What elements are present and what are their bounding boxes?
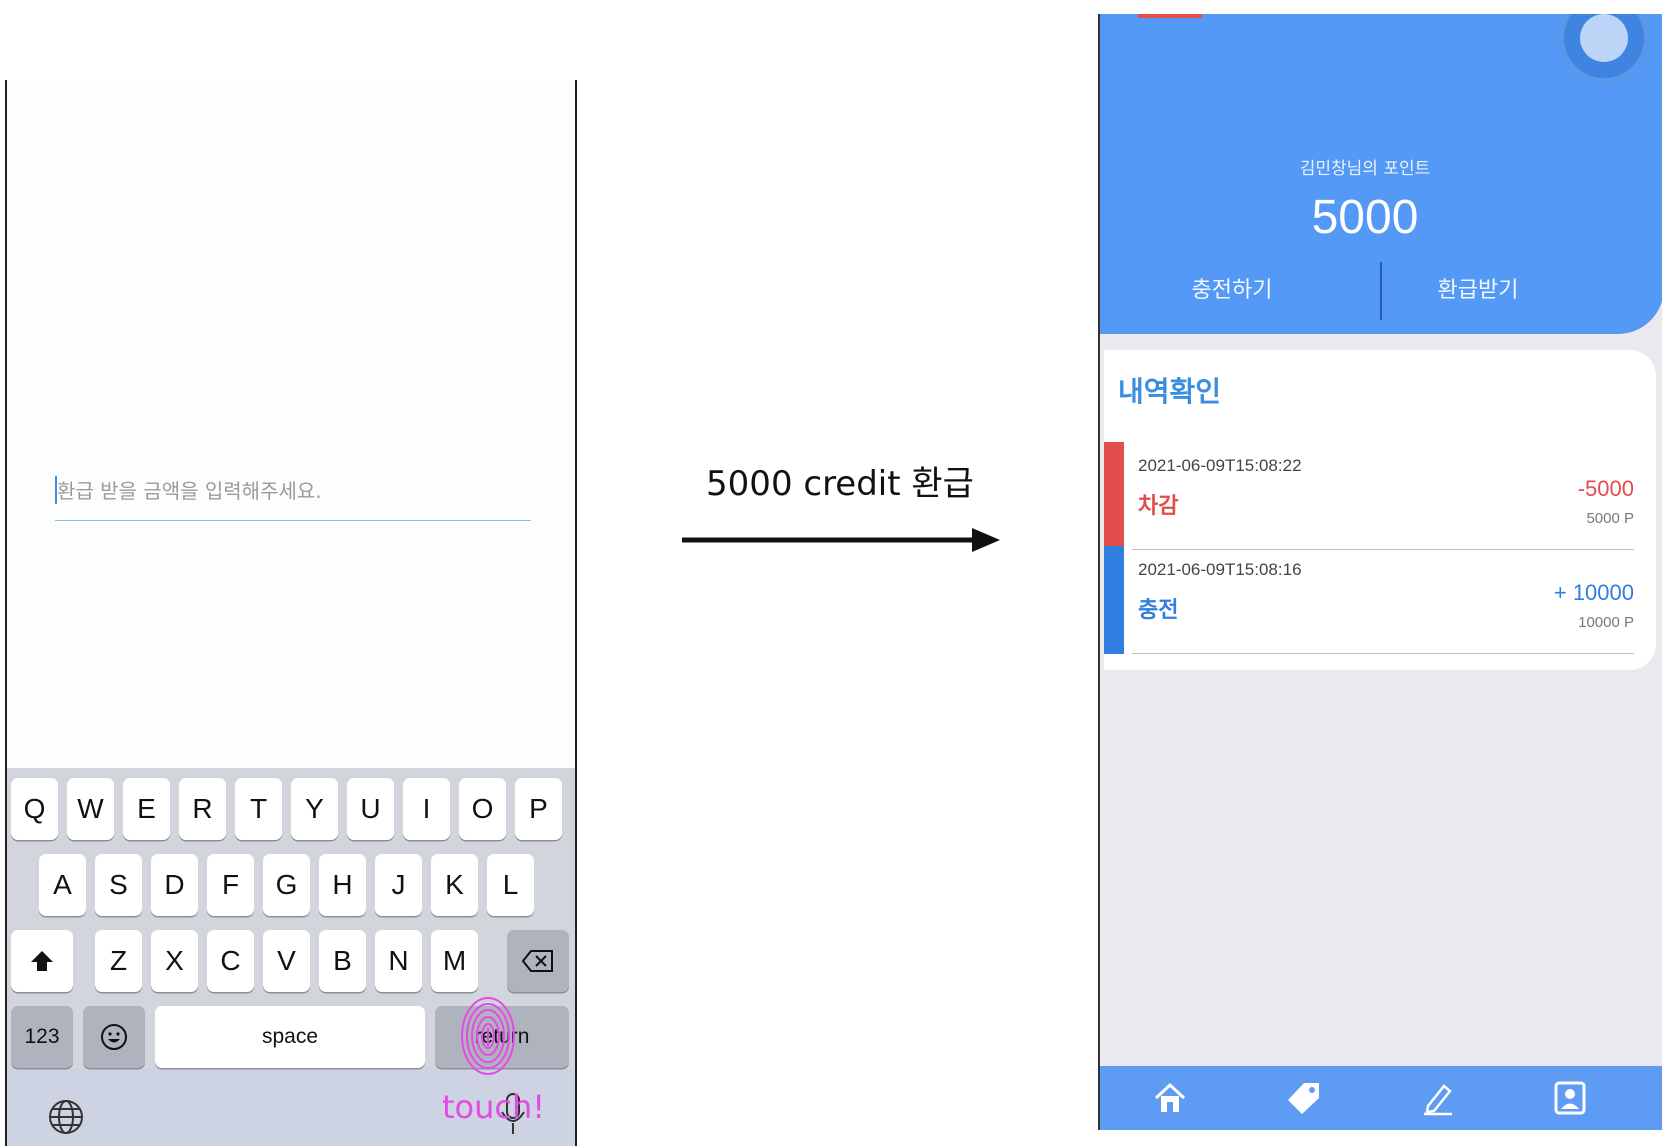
transaction-type: 차감 bbox=[1138, 494, 1179, 519]
key-b[interactable]: B bbox=[319, 930, 366, 992]
transaction-balance: 5000 P bbox=[1586, 510, 1634, 527]
backspace-icon bbox=[521, 950, 553, 972]
key-m[interactable]: M bbox=[431, 930, 478, 992]
key-p[interactable]: P bbox=[515, 778, 562, 840]
transaction-amount: -5000 bbox=[1577, 476, 1634, 501]
credit-indicator bbox=[1104, 546, 1124, 654]
space-key[interactable]: space bbox=[155, 1006, 425, 1068]
emoji-icon bbox=[101, 1024, 127, 1050]
floating-action-button[interactable] bbox=[1564, 14, 1644, 78]
key-a[interactable]: A bbox=[39, 854, 86, 916]
globe-icon[interactable] bbox=[47, 1098, 85, 1136]
charge-button[interactable]: 충전하기 bbox=[1112, 272, 1352, 304]
key-r[interactable]: R bbox=[179, 778, 226, 840]
transaction-amount: + 10000 bbox=[1553, 580, 1634, 605]
history-card: 내역확인 2021-06-09T15:08:22 차감 -5000 5000 P… bbox=[1104, 350, 1656, 670]
transaction-type: 충전 bbox=[1138, 598, 1179, 623]
key-s[interactable]: S bbox=[95, 854, 142, 916]
key-k[interactable]: K bbox=[431, 854, 478, 916]
key-j[interactable]: J bbox=[375, 854, 422, 916]
fingerprint-icon bbox=[461, 997, 515, 1075]
notification-tab bbox=[1138, 14, 1202, 18]
pencil-icon[interactable] bbox=[1420, 1080, 1456, 1116]
key-g[interactable]: G bbox=[263, 854, 310, 916]
key-v[interactable]: V bbox=[263, 930, 310, 992]
key-n[interactable]: N bbox=[375, 930, 422, 992]
transaction-row[interactable]: 2021-06-09T15:08:16 충전 + 10000 10000 P bbox=[1104, 546, 1634, 654]
touch-label: touch! bbox=[442, 1088, 546, 1126]
transaction-timestamp: 2021-06-09T15:08:22 bbox=[1138, 456, 1302, 475]
shift-icon bbox=[31, 951, 53, 971]
transaction-timestamp: 2021-06-09T15:08:16 bbox=[1138, 560, 1302, 579]
points-screen: 김민창님의 포인트 5000 충전하기 환급받기 내역확인 2021-06-09… bbox=[1098, 14, 1662, 1130]
key-l[interactable]: L bbox=[487, 854, 534, 916]
key-i[interactable]: I bbox=[403, 778, 450, 840]
shift-key[interactable] bbox=[11, 930, 73, 992]
transaction-balance: 10000 P bbox=[1578, 614, 1634, 631]
key-f[interactable]: F bbox=[207, 854, 254, 916]
transaction-row[interactable]: 2021-06-09T15:08:22 차감 -5000 5000 P bbox=[1104, 442, 1634, 550]
emoji-key[interactable] bbox=[83, 1006, 145, 1068]
arrow-right-icon bbox=[682, 528, 1000, 552]
text-caret bbox=[55, 476, 57, 504]
key-e[interactable]: E bbox=[123, 778, 170, 840]
refund-input-screen: Q W E R T Y U I O P A S D F G H J K L Z … bbox=[5, 80, 577, 1146]
points-header: 김민창님의 포인트 5000 충전하기 환급받기 bbox=[1100, 14, 1662, 334]
key-x[interactable]: X bbox=[151, 930, 198, 992]
key-u[interactable]: U bbox=[347, 778, 394, 840]
transition-caption: 5000 credit 환급 bbox=[706, 464, 974, 504]
history-title: 내역확인 bbox=[1118, 375, 1222, 408]
points-owner-label: 김민창님의 포인트 bbox=[1299, 159, 1431, 179]
amount-field[interactable] bbox=[55, 470, 533, 521]
row-divider bbox=[1132, 652, 1634, 654]
key-o[interactable]: O bbox=[459, 778, 506, 840]
amount-input[interactable] bbox=[55, 476, 533, 506]
home-icon[interactable] bbox=[1152, 1080, 1188, 1116]
key-q[interactable]: Q bbox=[11, 778, 58, 840]
key-d[interactable]: D bbox=[151, 854, 198, 916]
profile-icon[interactable] bbox=[1552, 1080, 1588, 1116]
tag-icon[interactable] bbox=[1286, 1080, 1322, 1116]
refund-button[interactable]: 환급받기 bbox=[1358, 272, 1598, 304]
backspace-key[interactable] bbox=[507, 930, 569, 992]
debit-indicator bbox=[1104, 442, 1124, 550]
numbers-key[interactable]: 123 bbox=[11, 1006, 73, 1068]
key-c[interactable]: C bbox=[207, 930, 254, 992]
key-z[interactable]: Z bbox=[95, 930, 142, 992]
key-w[interactable]: W bbox=[67, 778, 114, 840]
bottom-nav bbox=[1100, 1066, 1662, 1130]
key-h[interactable]: H bbox=[319, 854, 366, 916]
points-value: 5000 bbox=[1311, 191, 1419, 244]
key-t[interactable]: T bbox=[235, 778, 282, 840]
key-y[interactable]: Y bbox=[291, 778, 338, 840]
